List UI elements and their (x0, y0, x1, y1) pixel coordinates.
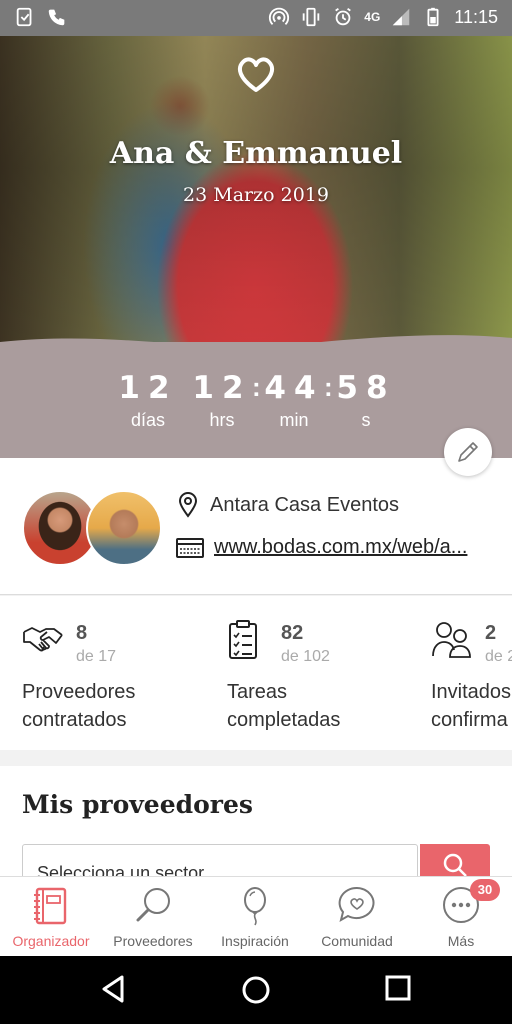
progress-stats: 8 de 17 Proveedores contratados 82 de 102… (0, 596, 512, 750)
nav-mas[interactable]: 30 Más (410, 877, 512, 957)
search-icon (443, 853, 467, 877)
phone-call-icon (48, 9, 65, 26)
android-navigation-bar (0, 956, 512, 1024)
screenshot-icon (16, 7, 32, 27)
home-icon[interactable] (240, 974, 272, 1006)
vibrate-icon (303, 7, 320, 27)
edit-button[interactable] (444, 428, 492, 476)
checklist-icon (229, 620, 257, 659)
tasks-count: 82 (281, 622, 304, 644)
network-type: 4G (364, 10, 381, 24)
hours-value: 12 (192, 370, 252, 406)
clock: 11:15 (454, 6, 498, 27)
guests-label: Invitados confirma (431, 681, 512, 731)
hotspot-icon (269, 7, 290, 25)
nav-organizador[interactable]: Organizador (0, 877, 102, 957)
guests-total: de 2 (485, 648, 512, 665)
nav-comunidad[interactable]: Comunidad (306, 877, 408, 957)
countdown-minutes: 44 min (258, 370, 330, 431)
countdown-hours: 12 hrs (186, 370, 258, 431)
nav-label: Organizador (12, 933, 90, 949)
heart-icon (237, 57, 275, 92)
search-icon (136, 888, 170, 922)
status-bar: 4G 11:15 (0, 0, 512, 36)
website-row[interactable]: www.bodas.com.mx/web/a... (176, 536, 496, 559)
hours-label: hrs (209, 410, 235, 430)
location-pin-icon (178, 492, 198, 518)
website-icon (176, 537, 204, 558)
nav-proveedores[interactable]: Proveedores (102, 877, 204, 957)
tasks-total: de 102 (281, 648, 330, 665)
pencil-icon (458, 442, 478, 462)
chat-heart-icon (338, 886, 375, 923)
my-vendors-section: Mis proveedores Selecciona un sector (0, 766, 512, 878)
nav-label: Más (447, 933, 475, 949)
countdown-band: 12 días 12 hrs : 44 min : 58 s (0, 335, 512, 458)
handshake-icon (23, 627, 63, 652)
nav-label: Comunidad (321, 933, 393, 949)
guests-count: 2 (485, 622, 497, 644)
vendors-total: de 17 (76, 648, 117, 665)
section-title: Mis proveedores (22, 790, 253, 819)
planner-icon (34, 887, 67, 925)
guests-icon (432, 622, 471, 658)
wedding-info-card: Antara Casa Eventos www.bodas.com.mx/web… (0, 458, 512, 595)
wedding-date: 23 Marzo 2019 (183, 184, 329, 206)
sector-select[interactable]: Selecciona un sector (22, 844, 418, 878)
recents-icon[interactable] (384, 974, 412, 1002)
balloon-icon (244, 887, 266, 926)
battery-icon (427, 7, 439, 27)
notification-badge: 30 (470, 879, 500, 901)
couple-names: Ana & Emmanuel (109, 136, 403, 171)
days-label: días (130, 410, 166, 430)
nav-inspiracion[interactable]: Inspiración (204, 877, 306, 957)
signal-icon (393, 8, 410, 26)
website-link[interactable]: www.bodas.com.mx/web/a... (214, 536, 496, 559)
vendors-count: 8 (76, 622, 88, 644)
nav-label: Inspiración (221, 933, 289, 949)
back-icon[interactable] (100, 974, 128, 1004)
venue-row[interactable]: Antara Casa Eventos (176, 492, 399, 518)
tasks-label: Tareas completadas (227, 681, 341, 731)
days-value: 12 (118, 370, 178, 406)
countdown-days: 12 días (112, 370, 184, 431)
venue-name: Antara Casa Eventos (210, 493, 399, 516)
couple-photo[interactable]: Ana & Emmanuel 23 Marzo 2019 (0, 36, 512, 366)
seconds-label: s (361, 410, 371, 430)
groom-avatar[interactable] (86, 490, 162, 566)
nav-label: Proveedores (113, 933, 193, 949)
minutes-label: min (279, 410, 309, 430)
minutes-value: 44 (264, 370, 324, 406)
countdown-seconds: 58 s (330, 370, 402, 431)
wave-divider (0, 335, 512, 358)
sector-search-button[interactable] (420, 844, 490, 878)
bottom-navigation: Organizador Proveedores Inspiración Comu… (0, 876, 512, 957)
seconds-value: 58 (336, 370, 396, 406)
alarm-icon (335, 7, 352, 26)
vendors-label: Proveedores contratados (22, 681, 136, 731)
